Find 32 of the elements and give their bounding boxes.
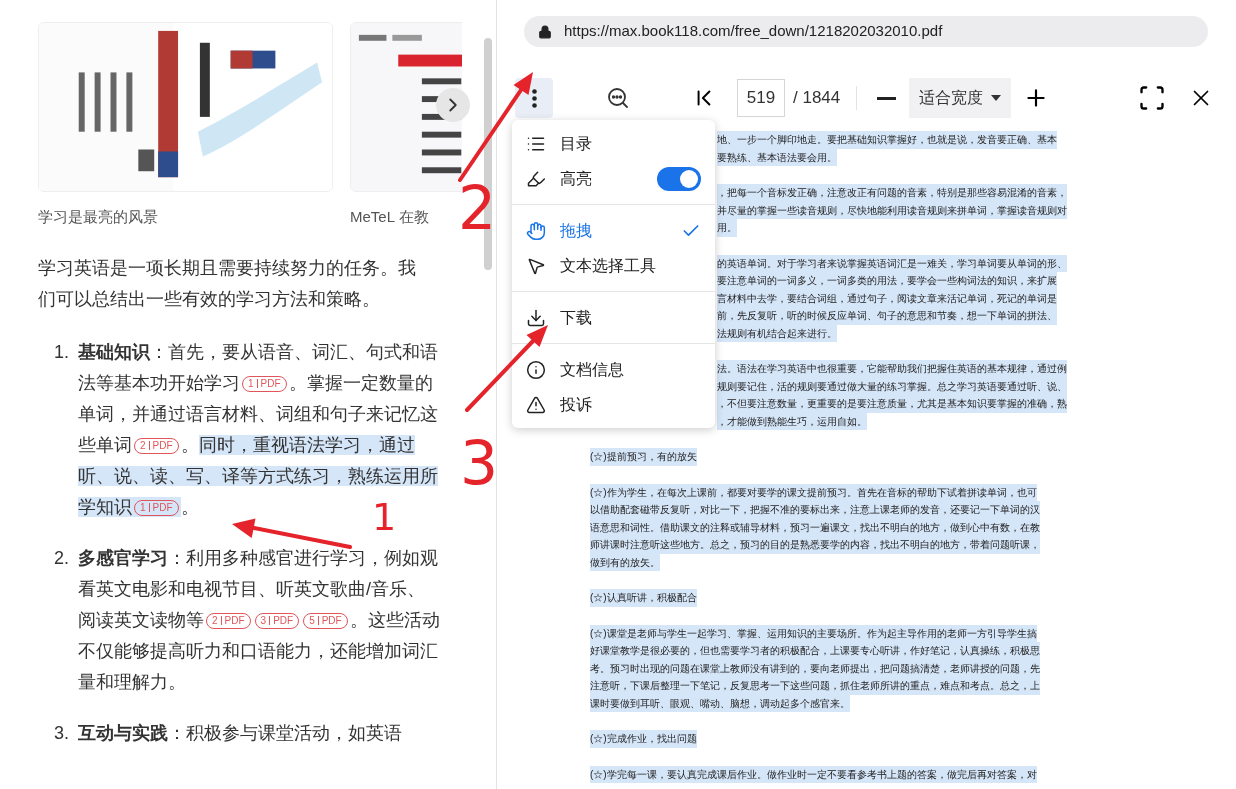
handwritten-number: 1 — [372, 498, 397, 536]
menu-item[interactable]: 文本选择工具 — [512, 248, 715, 283]
zoom-select[interactable]: 适合宽度 — [909, 78, 1012, 118]
handwritten-number: 3 — [460, 433, 499, 493]
list-number: 2. — [54, 546, 70, 570]
menu-item[interactable]: 下载 — [512, 300, 715, 335]
download-icon — [526, 307, 546, 328]
list-item-text: 多感官学习：利用多种感官进行学习，例如观看英文电影和电视节目、听英文歌曲/音乐、阅读英文读物等 2 PDF 3 PDF 5 PDF 。这些活动不仅能够提高听力和口语能力，还能增加词汇量和理解力。 — [78, 546, 440, 694]
menu-item[interactable]: 投诉 — [512, 387, 715, 422]
card-caption[interactable]: 学习是最亮的风景 — [38, 206, 333, 229]
lock-icon — [538, 24, 552, 39]
page-total: / 1844 — [793, 87, 841, 110]
minus-icon — [876, 96, 896, 100]
toggle-switch[interactable] — [657, 166, 701, 191]
menu-item[interactable]: 目录 — [512, 126, 715, 161]
hand-icon — [526, 220, 546, 241]
info-icon — [526, 359, 546, 380]
address-bar[interactable]: https://max.book118.com/free_down/1218202032010.pdf — [524, 16, 1208, 47]
intro-paragraph: 学习英语是一项长期且需要持续努力的任务。我们可以总结出一些有效的学习方法和策略。 — [38, 256, 417, 311]
menu-item[interactable]: 拖拽 — [512, 213, 715, 248]
more-vertical-icon — [531, 88, 537, 108]
list-number: 1. — [54, 340, 70, 364]
carousel-next-button[interactable] — [436, 88, 470, 122]
list-number: 3. — [54, 721, 70, 745]
search-icon — [606, 86, 630, 110]
fullscreen-icon — [1138, 84, 1166, 112]
list-item-text: 互动与实践：积极参与课堂活动，如英语 — [78, 721, 403, 745]
menu-item[interactable]: 文档信息 — [512, 352, 715, 387]
page-number-field[interactable]: 519 — [737, 79, 785, 117]
warning-icon — [526, 394, 546, 415]
menu-item[interactable]: 高亮 — [512, 161, 715, 196]
caret-icon — [991, 95, 1002, 101]
